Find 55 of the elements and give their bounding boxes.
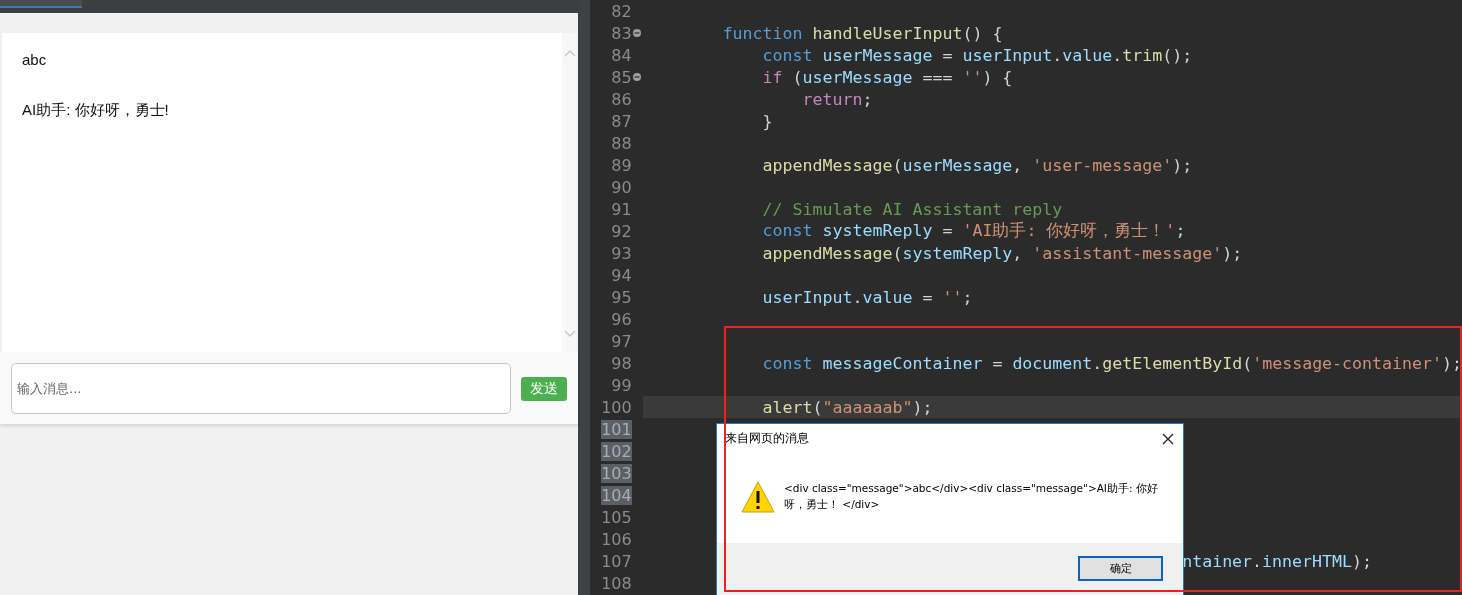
line-number: 89: [610, 155, 632, 175]
line-number: 99: [610, 375, 632, 395]
code-line: const userMessage = userInput.value.trim();: [762, 45, 1193, 65]
code-line: if (userMessage === '') {: [762, 67, 1013, 87]
code-line: }: [762, 111, 773, 131]
line-number: 86: [610, 89, 632, 109]
line-number: 83: [610, 23, 632, 43]
chat-message: abc: [22, 51, 48, 70]
line-number: 106: [600, 529, 632, 549]
dialog-message: <div class="message">abc</div><div class="message">AI助手: 你好呀，勇士！ </div>: [784, 481, 1159, 512]
line-number: 100: [600, 397, 632, 417]
code-line: appendMessage(userMessage, 'user-message');: [762, 155, 1193, 175]
line-number: 104: [600, 485, 632, 505]
line-number: 96: [610, 309, 632, 329]
line-number: 101: [600, 419, 632, 439]
message-input[interactable]: 输入消息...: [11, 363, 511, 414]
dialog-title: 来自网页的消息: [725, 430, 809, 447]
line-number: 98: [610, 353, 632, 373]
line-number: 90: [610, 177, 632, 197]
line-number: 108: [600, 573, 632, 593]
line-number: 103: [600, 463, 632, 483]
ok-button[interactable]: 确定: [1078, 556, 1163, 581]
chat-message: AI助手: 你好呀，勇士!: [22, 101, 170, 120]
code-line: appendMessage(systemReply, 'assistant-message');: [762, 243, 1243, 263]
scroll-up-icon[interactable]: [563, 49, 576, 57]
code-line: userInput.value = '';: [762, 287, 973, 307]
line-number: 105: [600, 507, 632, 527]
line-number: 93: [610, 243, 632, 263]
fold-icon[interactable]: [633, 73, 642, 81]
close-icon[interactable]: [1162, 432, 1174, 445]
code-line: const systemReply = 'AI助手: 你好呀，勇士！';: [762, 220, 1186, 242]
fold-icon[interactable]: [633, 29, 642, 37]
code-line: // Simulate AI Assistant reply: [762, 199, 1063, 219]
line-number: 92: [610, 221, 632, 241]
code-line: ntainer.innerHTML);: [1182, 551, 1372, 571]
editor-tab[interactable]: [0, 0, 82, 8]
line-number: 94: [610, 265, 632, 285]
code-line: function handleUserInput() {: [722, 23, 1003, 43]
line-number: 82: [610, 1, 632, 21]
window-splitter[interactable]: [579, 0, 590, 595]
line-number: 95: [610, 287, 632, 307]
code-line: alert("aaaaaab");: [762, 397, 933, 417]
warning-icon: [741, 481, 775, 513]
code-line: const messageContainer = document.getElementById('message-container');: [762, 353, 1462, 373]
scroll-down-icon[interactable]: [563, 330, 576, 338]
line-number: 88: [610, 133, 632, 153]
line-number: 84: [610, 45, 632, 65]
line-number: 91: [610, 199, 632, 219]
line-number: 102: [600, 441, 632, 461]
line-number: 97: [610, 331, 632, 351]
scrollbar[interactable]: [562, 33, 577, 352]
code-line: return;: [802, 89, 873, 109]
line-number: 107: [600, 551, 632, 571]
line-number: 87: [610, 111, 632, 131]
line-number: 85: [610, 67, 632, 87]
